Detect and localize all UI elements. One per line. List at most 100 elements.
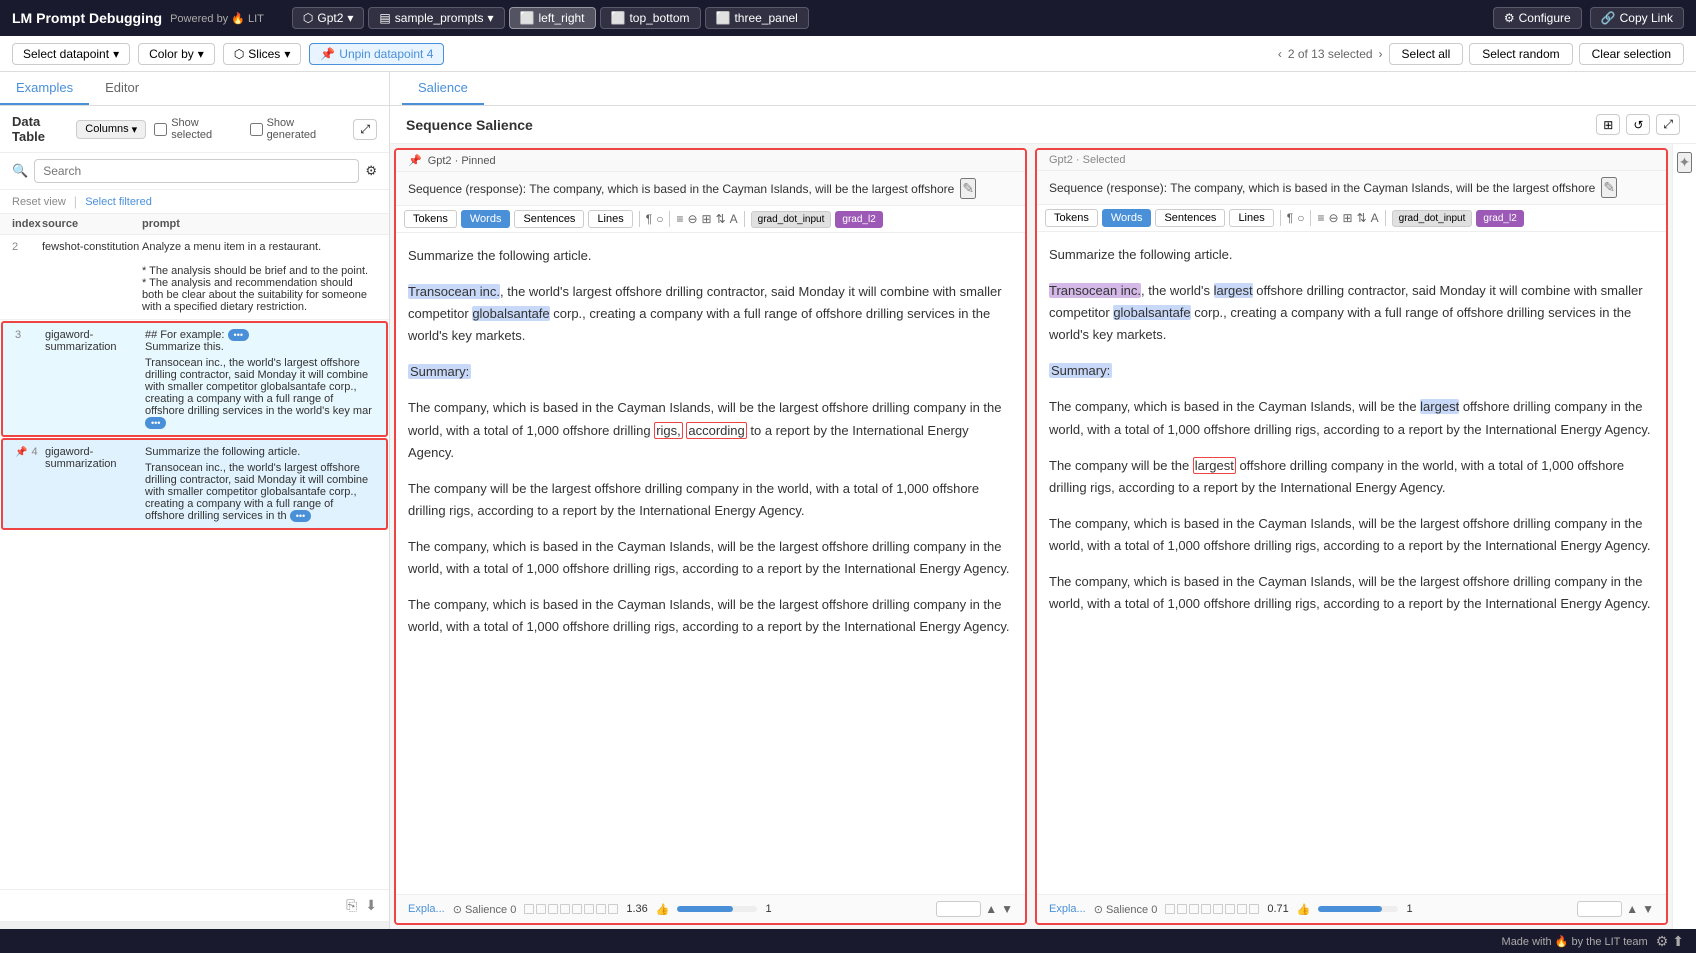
- clear-selection-button[interactable]: Clear selection: [1579, 43, 1684, 65]
- layout-top-bottom[interactable]: ⬜ top_bottom: [600, 7, 701, 29]
- copy-button[interactable]: ⎘: [346, 897, 357, 914]
- content-para5-1: The company, which is based in the Cayma…: [408, 594, 1013, 638]
- grad-dot-input-btn-2[interactable]: grad_dot_input: [1392, 210, 1473, 227]
- content-summary-2: Summary:: [1049, 360, 1654, 382]
- text-icon-1[interactable]: A: [730, 212, 738, 226]
- grad-l2-btn-1[interactable]: grad_l2: [835, 211, 882, 228]
- arrows-icon-1[interactable]: ⇅: [716, 212, 726, 226]
- edit-response-button-2[interactable]: ✎: [1601, 177, 1617, 198]
- grid-icon-2[interactable]: ⊞: [1343, 211, 1353, 225]
- numeral-icon-1[interactable]: ¶: [646, 212, 652, 226]
- temp-down-1[interactable]: ▼: [1001, 902, 1013, 916]
- grid-icon-1[interactable]: ⊞: [702, 212, 712, 226]
- unpin-button[interactable]: 📌 Unpin datapoint 4: [309, 43, 444, 65]
- transocean-highlight-2: Transocean inc.: [1049, 283, 1141, 298]
- horizontal-scrollbar[interactable]: [0, 921, 389, 929]
- text-icon-2[interactable]: A: [1371, 211, 1379, 225]
- search-input[interactable]: [34, 159, 359, 183]
- grad-dot-input-btn-1[interactable]: grad_dot_input: [751, 211, 832, 228]
- salience-value-2: 0.71: [1267, 903, 1288, 915]
- settings-icon[interactable]: ⚙: [1656, 933, 1669, 950]
- table-row-pinned[interactable]: 📌4 gigaword-summarization Summarize the …: [1, 438, 388, 530]
- layout-left-right[interactable]: ⬜ left_right: [509, 7, 596, 29]
- table-row[interactable]: 3 gigaword-summarization ## For example:…: [1, 321, 388, 437]
- expl-button-1[interactable]: Expla...: [408, 903, 445, 915]
- expand-button[interactable]: ⤢: [1656, 114, 1680, 135]
- table-footer: ⎘ ⬇: [0, 889, 389, 921]
- more-button[interactable]: •••: [290, 510, 311, 522]
- minus-circle-icon-1[interactable]: ⊖: [687, 212, 697, 226]
- minus-circle-icon-2[interactable]: ⊖: [1328, 211, 1338, 225]
- thumbs-icon-1: 👍: [656, 903, 670, 916]
- tokens-btn-1[interactable]: Tokens: [404, 210, 457, 228]
- columns-button[interactable]: Columns ▾: [76, 120, 146, 139]
- tab-salience[interactable]: Salience: [402, 72, 484, 105]
- progress-max-2: 1: [1406, 903, 1412, 915]
- response-text-1: Sequence (response): The company, which …: [408, 182, 954, 196]
- words-btn-1[interactable]: Words: [461, 210, 511, 228]
- chevron-down-icon: ▾: [132, 123, 138, 136]
- select-random-button[interactable]: Select random: [1469, 43, 1572, 65]
- sparkle-button[interactable]: ✦: [1677, 152, 1693, 173]
- model-selector[interactable]: ⬡ Gpt2 ▾: [292, 7, 365, 29]
- select-all-button[interactable]: Select all: [1389, 43, 1464, 65]
- copy-link-button[interactable]: 🔗 Copy Link: [1590, 7, 1684, 29]
- color-by-button[interactable]: Color by ▾: [138, 43, 215, 65]
- arrows-icon-2[interactable]: ⇅: [1357, 211, 1367, 225]
- tab-editor[interactable]: Editor: [89, 72, 155, 105]
- salience-label-2: ⊙ Salience 0: [1094, 903, 1158, 916]
- temp-up-2[interactable]: ▲: [1626, 902, 1638, 916]
- cell-index: 3: [15, 329, 45, 429]
- tokens-btn-2[interactable]: Tokens: [1045, 209, 1098, 227]
- temp-input-2[interactable]: 0.4: [1577, 901, 1622, 917]
- more-button[interactable]: •••: [228, 329, 249, 341]
- temp-input-1[interactable]: 0.4: [936, 901, 981, 917]
- right-panel: Salience Sequence Salience ⊞ ↺ ⤢ 📌 Gpt2 …: [390, 72, 1696, 929]
- sentences-btn-1[interactable]: Sentences: [514, 210, 584, 228]
- selection-info: ‹ 2 of 13 selected › Select all Select r…: [1278, 43, 1684, 65]
- download-button[interactable]: ⬇: [365, 897, 377, 914]
- response-bar-2: Sequence (response): The company, which …: [1037, 171, 1666, 205]
- right-edge-tools: ✦: [1672, 144, 1696, 929]
- slices-button[interactable]: ⬡ Slices ▾: [223, 43, 302, 65]
- upload-icon[interactable]: ⬆: [1672, 933, 1684, 950]
- zero-icon-1[interactable]: ○: [656, 212, 663, 226]
- show-selected-checkbox[interactable]: [154, 123, 167, 136]
- progress-bar-1: [677, 906, 757, 912]
- cell-prompt: Analyze a menu item in a restaurant.* Th…: [142, 241, 377, 313]
- zero-icon-2[interactable]: ○: [1297, 211, 1304, 225]
- select-filtered-button[interactable]: Select filtered: [85, 194, 152, 209]
- show-generated-checkbox[interactable]: [250, 123, 263, 136]
- main-layout: Examples Editor Data Table Columns ▾ Sho…: [0, 72, 1696, 929]
- equals-icon-1[interactable]: ≡: [676, 212, 683, 226]
- reset-view-button[interactable]: Reset view: [12, 194, 66, 209]
- chevron-left-icon: ‹: [1278, 47, 1282, 61]
- grad-l2-btn-2[interactable]: grad_l2: [1476, 210, 1523, 227]
- sal-box: [572, 904, 582, 914]
- col-prompt-header: prompt: [142, 218, 377, 230]
- table-row[interactable]: 2 fewshot-constitution Analyze a menu it…: [0, 235, 389, 320]
- layout-icon: ⬜: [611, 11, 626, 25]
- configure-button[interactable]: ⚙ Configure: [1493, 7, 1582, 29]
- expand-panel-button[interactable]: ⤢: [353, 119, 377, 140]
- lines-btn-1[interactable]: Lines: [588, 210, 632, 228]
- layout-three-panel[interactable]: ⬜ three_panel: [705, 7, 809, 29]
- sentences-btn-2[interactable]: Sentences: [1155, 209, 1225, 227]
- lines-btn-2[interactable]: Lines: [1229, 209, 1273, 227]
- select-datapoint-button[interactable]: Select datapoint ▾: [12, 43, 130, 65]
- words-btn-2[interactable]: Words: [1102, 209, 1152, 227]
- dataset-selector[interactable]: ▤ sample_prompts ▾: [368, 7, 504, 29]
- chevron-down-icon: ▾: [198, 47, 204, 61]
- tab-examples[interactable]: Examples: [0, 72, 89, 105]
- progress-max-1: 1: [765, 903, 771, 915]
- grid-view-button[interactable]: ⊞: [1596, 114, 1620, 135]
- edit-response-button-1[interactable]: ✎: [960, 178, 976, 199]
- numeral-icon-2[interactable]: ¶: [1287, 211, 1293, 225]
- expl-button-2[interactable]: Expla...: [1049, 903, 1086, 915]
- salience-pane-selected: Gpt2 · Selected Sequence (response): The…: [1035, 148, 1668, 925]
- refresh-button[interactable]: ↺: [1626, 114, 1650, 135]
- more-button[interactable]: •••: [145, 417, 166, 429]
- temp-up-1[interactable]: ▲: [985, 902, 997, 916]
- temp-down-2[interactable]: ▼: [1642, 902, 1654, 916]
- equals-icon-2[interactable]: ≡: [1317, 211, 1324, 225]
